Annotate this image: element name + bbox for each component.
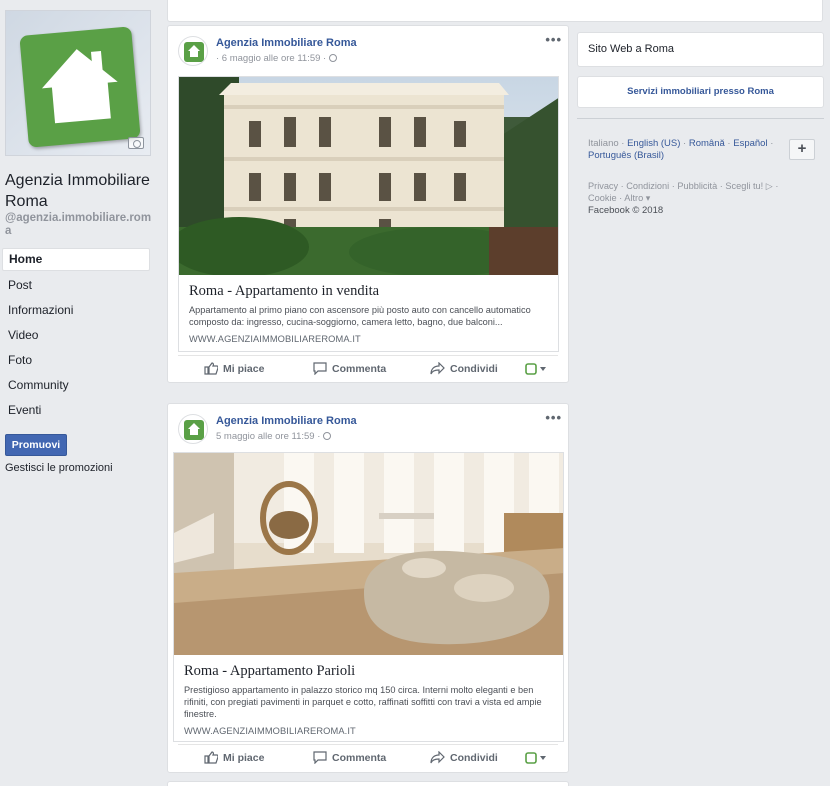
share-label: Condividi	[450, 751, 498, 764]
divider	[577, 118, 824, 119]
villa-photo[interactable]	[179, 77, 558, 275]
language-link-portugues[interactable]: Português (Brasil)	[588, 150, 664, 161]
language-link-espanol[interactable]: Español	[733, 138, 767, 149]
share-button[interactable]: Condividi	[430, 362, 498, 375]
post-as-selector[interactable]	[525, 362, 552, 375]
footer-link-ads[interactable]: Pubblicità	[677, 181, 717, 191]
globe-icon	[329, 54, 338, 62]
link-preview[interactable]: Roma - Appartamento in vendita Appartame…	[178, 76, 559, 352]
post-as-selector[interactable]	[525, 751, 552, 764]
language-link-romana[interactable]: Română	[689, 138, 725, 149]
post-time-text[interactable]: · 6 maggio alle ore 11:59 ·	[216, 53, 326, 64]
post-timestamp[interactable]: 5 maggio alle ore 11:59 ·	[216, 431, 332, 442]
page-title[interactable]: Agenzia Immobiliare Roma	[5, 170, 155, 212]
footer-links: Privacy · Condizioni · Pubblicità · Sceg…	[588, 181, 779, 203]
language-current: Italiano	[588, 138, 619, 149]
comment-button[interactable]: Commenta	[313, 751, 386, 764]
chevron-down-icon: ▾	[643, 193, 651, 203]
comment-label: Commenta	[332, 362, 387, 375]
comment-icon	[313, 751, 327, 764]
nav-item-foto[interactable]: Foto	[2, 348, 150, 373]
link-title[interactable]: Roma - Appartamento Parioli	[174, 655, 563, 680]
adchoices-icon: ▷	[765, 181, 773, 191]
page-handle[interactable]: @agenzia.immobiliare.roma	[5, 212, 155, 238]
like-button[interactable]: Mi piace	[204, 751, 264, 764]
nav-item-home[interactable]: Home	[2, 248, 150, 271]
page-nav: Home Post Informazioni Video Foto Commun…	[2, 248, 150, 423]
nav-item-post[interactable]: Post	[2, 273, 150, 298]
camera-icon[interactable]	[128, 137, 144, 149]
link-description: Prestigioso appartamento in palazzo stor…	[184, 685, 542, 719]
manage-promotions-link[interactable]: Gestisci le promozioni	[5, 462, 113, 474]
more-options-icon[interactable]: •••	[545, 32, 562, 47]
footer-link-more[interactable]: Altro	[624, 193, 643, 203]
house-icon	[188, 423, 200, 435]
more-options-icon[interactable]: •••	[545, 410, 562, 425]
share-button[interactable]: Condividi	[430, 751, 498, 764]
previous-card-edge	[167, 0, 823, 22]
share-icon	[430, 362, 445, 375]
page-avatar-dropdown-icon	[525, 751, 546, 764]
link-title[interactable]: Roma - Appartamento in vendita	[179, 275, 558, 300]
post-actions: Mi piace Commenta Condividi	[178, 744, 558, 770]
page-avatar-dropdown-icon	[525, 362, 546, 375]
language-link-english[interactable]: English (US)	[627, 138, 680, 149]
avatar[interactable]	[178, 36, 208, 66]
house-logo	[19, 26, 141, 148]
link-preview[interactable]: Roma - Appartamento Parioli Prestigioso …	[173, 452, 564, 742]
like-label: Mi piace	[223, 362, 265, 375]
globe-icon	[323, 432, 332, 440]
nav-item-informazioni[interactable]: Informazioni	[2, 298, 150, 323]
language-list: Italiano · English (US) · Română · Españ…	[588, 138, 774, 161]
post-card: Agenzia Immobiliare Roma · 6 maggio alle…	[167, 25, 569, 383]
footer-link-adchoices[interactable]: Scegli tu!	[725, 181, 763, 191]
thumbs-up-icon	[204, 362, 218, 375]
interior-photo[interactable]	[174, 453, 563, 655]
add-language-button[interactable]: +	[789, 139, 815, 160]
comment-icon	[313, 362, 327, 375]
post-author[interactable]: Agenzia Immobiliare Roma	[216, 415, 357, 427]
link-domain: WWW.AGENZIAIMMOBILIAREROMA.IT	[189, 334, 361, 344]
copyright: Facebook © 2018	[588, 205, 664, 216]
website-box[interactable]: Sito Web a Roma	[577, 32, 824, 67]
like-button[interactable]: Mi piace	[204, 362, 264, 375]
post-card: Agenzia Immobiliare Roma 5 maggio alle o…	[167, 403, 569, 773]
like-label: Mi piace	[223, 751, 265, 764]
house-icon	[188, 45, 200, 57]
comment-label: Commenta	[332, 751, 387, 764]
footer-link-privacy[interactable]: Privacy	[588, 181, 618, 191]
footer-link-cookie[interactable]: Cookie	[588, 193, 617, 203]
post-timestamp[interactable]: · 6 maggio alle ore 11:59 ·	[216, 53, 338, 64]
link-description: Appartamento al primo piano con ascensor…	[189, 305, 531, 327]
post-time-text[interactable]: 5 maggio alle ore 11:59 ·	[216, 431, 320, 442]
promote-button[interactable]: Promuovi	[5, 434, 67, 456]
link-domain: WWW.AGENZIAIMMOBILIAREROMA.IT	[184, 726, 356, 736]
share-icon	[430, 751, 445, 764]
post-author[interactable]: Agenzia Immobiliare Roma	[216, 37, 357, 49]
house-icon	[41, 49, 118, 124]
profile-picture[interactable]	[5, 10, 151, 156]
post-actions: Mi piace Commenta Condividi	[178, 355, 558, 381]
services-link[interactable]: Servizi immobiliari presso Roma	[577, 76, 824, 108]
thumbs-up-icon	[204, 751, 218, 764]
comment-button[interactable]: Commenta	[313, 362, 386, 375]
footer-link-conditions[interactable]: Condizioni	[626, 181, 669, 191]
nav-item-community[interactable]: Community	[2, 373, 150, 398]
avatar[interactable]	[178, 414, 208, 444]
nav-item-video[interactable]: Video	[2, 323, 150, 348]
next-post-card-edge	[167, 781, 569, 786]
share-label: Condividi	[450, 362, 498, 375]
nav-item-eventi[interactable]: Eventi	[2, 398, 150, 423]
